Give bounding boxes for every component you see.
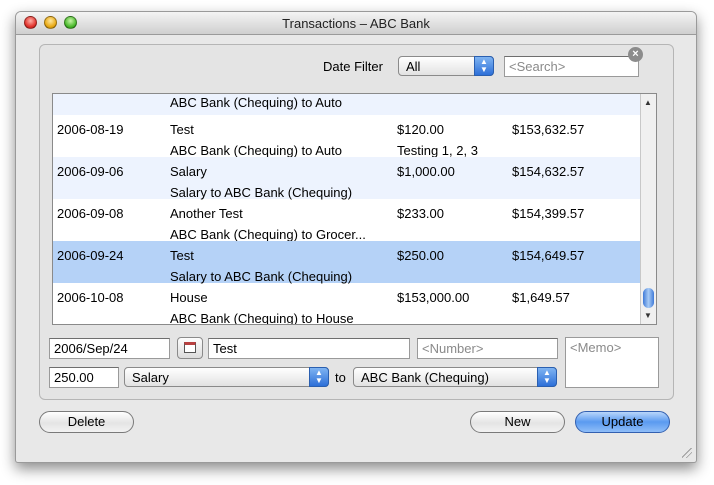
to-label: to <box>335 370 346 385</box>
popup-arrows-icon: ▲ ▼ <box>474 56 494 76</box>
amount-field[interactable]: 250.00 <box>49 367 119 388</box>
row-balance: $153,632.57 <box>512 122 585 137</box>
description-value: Test <box>213 341 237 356</box>
memo-placeholder: <Memo> <box>570 340 622 355</box>
scroll-up-icon[interactable]: ▲ <box>644 98 652 107</box>
row-description: Another Test <box>170 206 243 221</box>
row-date: 2006-09-24 <box>57 248 124 263</box>
popup-arrows-icon: ▲ ▼ <box>309 367 329 387</box>
row-memo: ABC Bank (Chequing) to House <box>170 311 354 325</box>
row-amount: $120.00 <box>397 122 444 137</box>
row-date: 2006-09-08 <box>57 206 124 221</box>
table-row[interactable]: 2006-09-06 Salary $1,000.00 $154,632.57 Sala… <box>53 157 642 200</box>
search-placeholder: <Search> <box>509 59 566 74</box>
row-description: House <box>170 290 208 305</box>
date-field[interactable]: 2006/Sep/24 <box>49 338 170 359</box>
delete-button[interactable]: Delete <box>39 411 134 433</box>
table-row[interactable]: 2006-09-08 Another Test $233.00 $154,399.57… <box>53 199 642 242</box>
row-amount: $153,000.00 <box>397 290 470 305</box>
row-description: Test <box>170 248 194 263</box>
row-balance: $154,649.57 <box>512 248 585 263</box>
row-description: Salary <box>170 164 207 179</box>
to-account-popup[interactable]: ABC Bank (Chequing) ▲ ▼ <box>353 367 557 387</box>
number-placeholder: <Number> <box>422 341 484 356</box>
update-button[interactable]: Update <box>575 411 670 433</box>
row-memo: Salary to ABC Bank (Chequing) <box>170 185 353 200</box>
amount-value: 250.00 <box>54 370 94 385</box>
number-field[interactable]: <Number> <box>417 338 558 359</box>
scroll-thumb[interactable] <box>643 288 654 308</box>
date-filter-label: Date Filter <box>323 59 383 74</box>
row-description: Test <box>170 122 194 137</box>
scroll-down-icon[interactable]: ▼ <box>644 311 652 320</box>
description-field[interactable]: Test <box>208 338 410 359</box>
vertical-scrollbar[interactable]: ▲ ▼ <box>640 94 656 324</box>
resize-grip-icon[interactable] <box>682 448 692 458</box>
row-memo: Salary to ABC Bank (Chequing) <box>170 269 353 284</box>
table-row[interactable]: ABC Bank (Chequing) to Auto <box>53 94 642 115</box>
date-field-value: 2006/Sep/24 <box>54 341 128 356</box>
row-date: 2006-10-08 <box>57 290 124 305</box>
calendar-button[interactable] <box>177 337 203 359</box>
row-balance: $154,632.57 <box>512 164 585 179</box>
table-row[interactable]: 2006-08-19 Test $120.00 $153,632.57 ABC Bank… <box>53 115 642 158</box>
date-filter-value: All <box>406 59 421 74</box>
popup-arrows-icon: ▲ ▼ <box>537 367 557 387</box>
date-filter-popup[interactable]: All ▲ ▼ <box>398 56 494 76</box>
row-memo-amount: Testing 1, 2, 3 <box>397 143 478 158</box>
search-input[interactable]: <Search> <box>504 56 639 77</box>
clear-search-icon[interactable]: × <box>628 47 643 62</box>
transactions-table[interactable]: 2006-08-19Test$0.15$153,752.57ABC Bank (… <box>52 93 657 325</box>
new-button[interactable]: New <box>470 411 565 433</box>
row-amount: $250.00 <box>397 248 444 263</box>
row-memo: ABC Bank (Chequing) to Grocer... <box>170 227 366 242</box>
row-memo: ABC Bank (Chequing) to Auto <box>170 143 342 158</box>
row-amount: $233.00 <box>397 206 444 221</box>
row-date: 2006-08-19 <box>57 122 124 137</box>
row-balance: $154,399.57 <box>512 206 585 221</box>
row-memo: ABC Bank (Chequing) to Auto <box>170 95 342 110</box>
row-balance: $1,649.57 <box>512 290 570 305</box>
from-account-value: Salary <box>132 370 169 385</box>
to-account-value: ABC Bank (Chequing) <box>361 370 489 385</box>
row-date: 2006-09-06 <box>57 164 124 179</box>
table-row[interactable]: 2006-10-08 House $153,000.00 $1,649.57 ABC B… <box>53 283 642 325</box>
row-amount: $1,000.00 <box>397 164 455 179</box>
from-account-popup[interactable]: Salary ▲ ▼ <box>124 367 329 387</box>
table-row[interactable]: 2006-09-24 Test $250.00 $154,649.57 Salary t… <box>53 241 642 284</box>
window-title: Transactions – ABC Bank <box>282 16 430 31</box>
title-bar: Transactions – ABC Bank <box>16 12 696 35</box>
calendar-icon <box>184 342 196 353</box>
memo-field[interactable]: <Memo> <box>565 337 659 388</box>
